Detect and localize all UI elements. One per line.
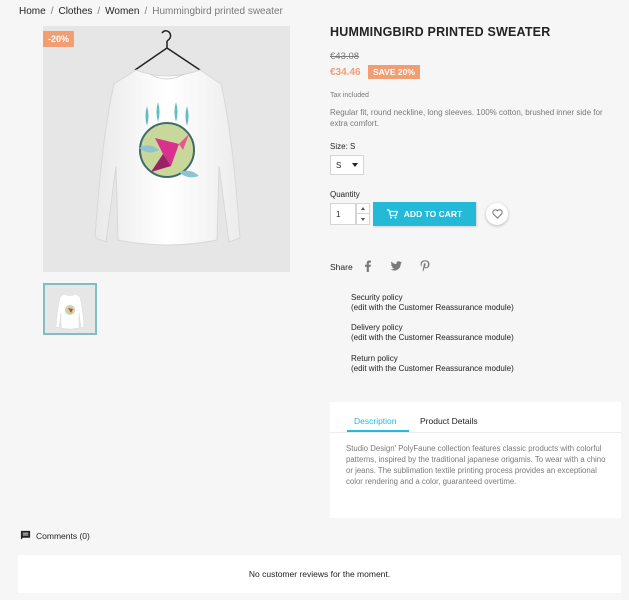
chevron-up-icon bbox=[361, 207, 365, 210]
breadcrumb-separator: / bbox=[97, 6, 101, 17]
wishlist-button[interactable] bbox=[486, 203, 508, 225]
share-label: Share bbox=[330, 262, 353, 272]
breadcrumb-separator: / bbox=[144, 6, 148, 17]
product-thumbnail[interactable] bbox=[43, 283, 97, 335]
breadcrumb: Home / Clothes / Women / Hummingbird pri… bbox=[19, 6, 283, 17]
size-select-value: S bbox=[336, 160, 342, 170]
quantity-label: Quantity bbox=[330, 190, 360, 199]
facebook-icon[interactable] bbox=[359, 257, 377, 275]
description-text: Studio Design' PolyFaune collection feat… bbox=[346, 444, 606, 486]
pinterest-icon[interactable] bbox=[416, 257, 434, 275]
chevron-down-icon bbox=[361, 217, 365, 221]
tabs-divider bbox=[330, 432, 621, 433]
quantity-input[interactable]: 1 bbox=[330, 203, 356, 225]
reassurance-note: (edit with the Customer Reassurance modu… bbox=[351, 364, 514, 373]
tab-description[interactable]: Description bbox=[354, 416, 397, 426]
add-to-cart-label: ADD TO CART bbox=[403, 209, 463, 219]
regular-price: €43.08 bbox=[330, 51, 360, 62]
current-price: €34.46 bbox=[330, 67, 361, 78]
no-reviews-message: No customer reviews for the moment. bbox=[248, 569, 391, 579]
quantity-increase-button[interactable] bbox=[357, 204, 369, 214]
cart-icon bbox=[386, 209, 398, 219]
reassurance-note: (edit with the Customer Reassurance modu… bbox=[351, 333, 514, 342]
comments-title: Comments (0) bbox=[36, 530, 90, 541]
reassurance-title: Delivery policy bbox=[351, 323, 403, 332]
twitter-icon[interactable] bbox=[387, 257, 405, 275]
breadcrumb-current: Hummingbird printed sweater bbox=[152, 6, 283, 17]
reviews-panel: No customer reviews for the moment. bbox=[18, 555, 621, 593]
product-tabs: Description Product Details Studio Desig… bbox=[330, 402, 621, 518]
product-title: HUMMINGBIRD PRINTED SWEATER bbox=[330, 25, 551, 39]
sweater-image bbox=[94, 29, 241, 246]
tab-product-details[interactable]: Product Details bbox=[420, 416, 478, 426]
reassurance-note: (edit with the Customer Reassurance modu… bbox=[351, 303, 514, 312]
discount-badge: -20% bbox=[43, 31, 75, 47]
comments-heading: Comments (0) bbox=[20, 530, 90, 541]
size-label: Size: S bbox=[330, 142, 356, 151]
size-select[interactable]: S bbox=[330, 155, 364, 175]
comment-icon bbox=[20, 530, 31, 540]
return-policy: Return policy (edit with the Customer Re… bbox=[351, 354, 514, 374]
quantity-decrease-button[interactable] bbox=[357, 214, 369, 224]
breadcrumb-separator: / bbox=[50, 6, 54, 17]
quantity-stepper bbox=[356, 203, 370, 225]
add-to-cart-button[interactable]: ADD TO CART bbox=[373, 202, 476, 226]
save-badge: SAVE 20% bbox=[368, 65, 420, 79]
heart-icon bbox=[491, 209, 503, 219]
breadcrumb-women[interactable]: Women bbox=[105, 6, 139, 17]
breadcrumb-clothes[interactable]: Clothes bbox=[58, 6, 92, 17]
delivery-policy: Delivery policy (edit with the Customer … bbox=[351, 323, 514, 343]
tax-note: Tax included bbox=[330, 92, 369, 99]
chevron-down-icon bbox=[352, 163, 358, 167]
security-policy: Security policy (edit with the Customer … bbox=[351, 293, 514, 313]
quantity-value: 1 bbox=[336, 209, 341, 219]
breadcrumb-home[interactable]: Home bbox=[19, 6, 46, 17]
short-description: Regular fit, round neckline, long sleeve… bbox=[330, 108, 603, 128]
reassurance-title: Return policy bbox=[351, 354, 398, 363]
product-main-image[interactable]: -20% bbox=[43, 26, 290, 272]
thumbnail-image bbox=[55, 293, 85, 330]
reassurance-title: Security policy bbox=[351, 293, 403, 302]
